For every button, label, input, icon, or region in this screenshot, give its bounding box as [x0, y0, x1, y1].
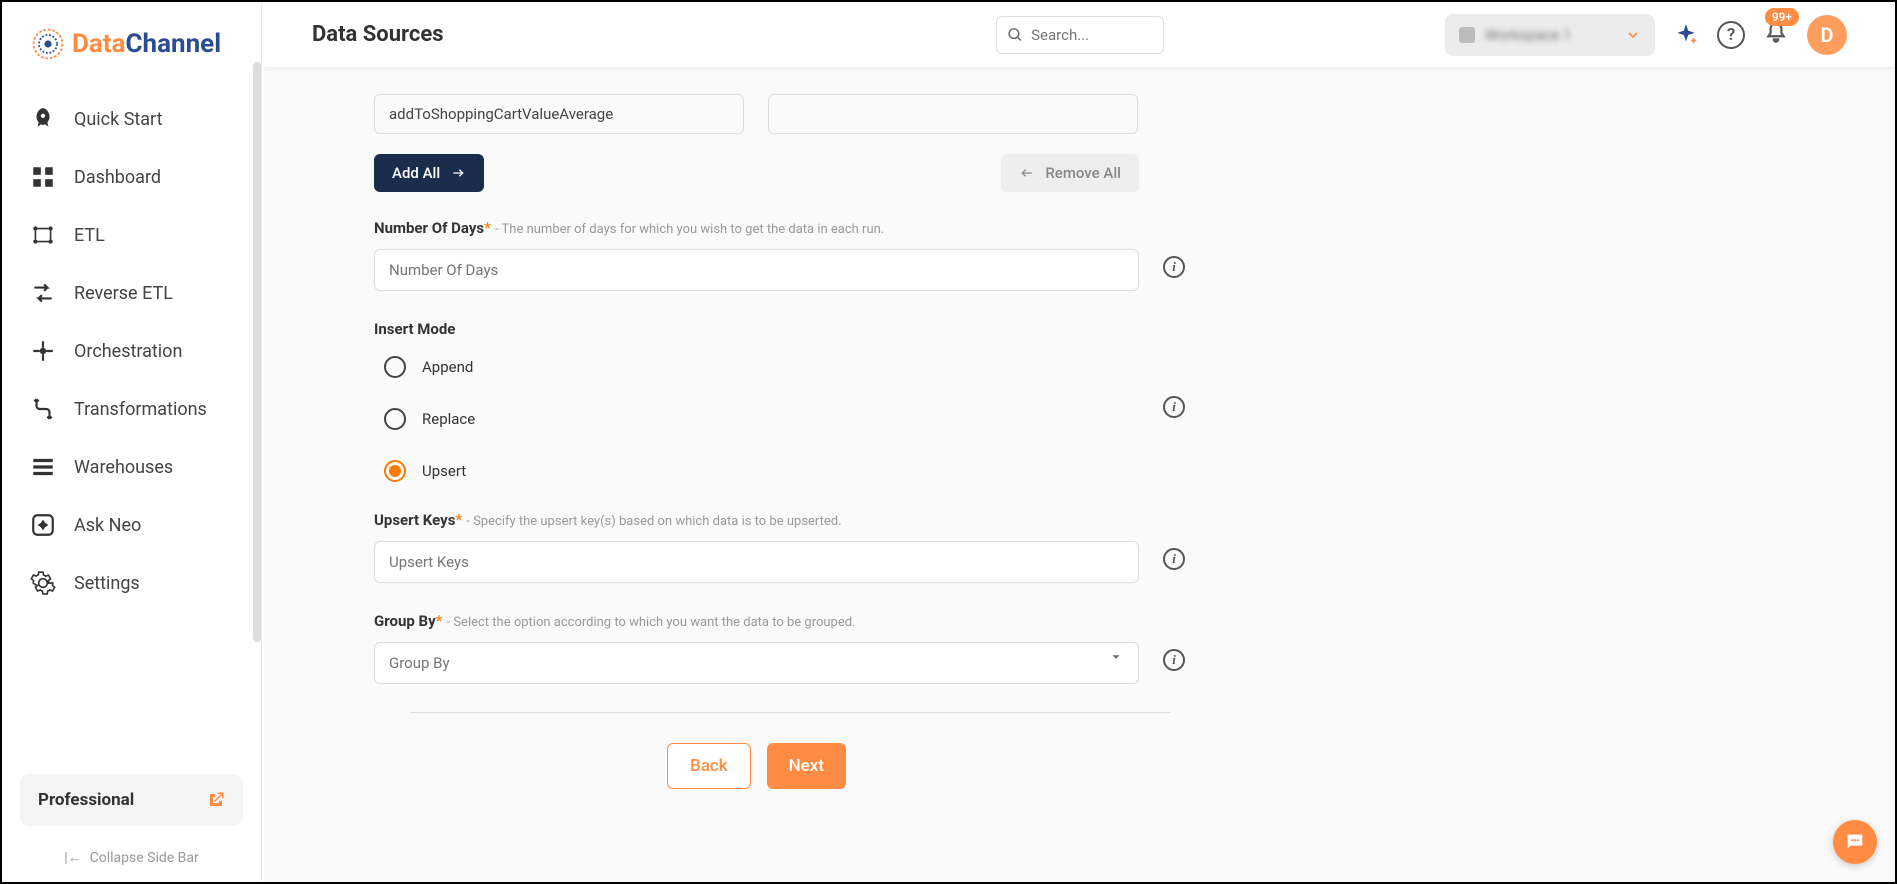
sidebar-item-label: Warehouses [74, 457, 173, 478]
number-of-days-input[interactable] [374, 249, 1139, 291]
search-input[interactable] [1031, 26, 1152, 44]
chat-icon [1844, 831, 1866, 853]
back-button[interactable]: Back [667, 743, 751, 789]
notification-badge: 99+ [1765, 8, 1799, 26]
sidebar-item-transformations[interactable]: Transformations [2, 380, 261, 438]
radio-option-replace[interactable]: Replace [384, 408, 1139, 430]
radio-label: Append [422, 358, 473, 376]
collapse-label: Collapse Side Bar [90, 850, 199, 866]
available-field-box[interactable]: addToShoppingCartValueAverage [374, 94, 744, 134]
search-icon [1007, 25, 1024, 45]
page-title: Data Sources [312, 22, 444, 47]
selected-field-box[interactable] [768, 94, 1138, 134]
logo-text-data: Data [72, 29, 126, 59]
sidebar: DataChannel Quick Start Dashboard ETL Re… [2, 2, 262, 882]
sidebar-item-label: Quick Start [74, 109, 163, 130]
arrow-left-icon [1019, 165, 1035, 181]
next-button[interactable]: Next [767, 743, 846, 789]
logo-icon [30, 26, 66, 62]
sidebar-item-orchestration[interactable]: Orchestration [2, 322, 261, 380]
sidebar-item-label: Dashboard [74, 167, 161, 188]
warehouses-icon [30, 454, 56, 480]
sidebar-item-ask-neo[interactable]: Ask Neo [2, 496, 261, 554]
chat-button[interactable] [1833, 820, 1877, 864]
radio-circle [384, 356, 406, 378]
collapse-sidebar-button[interactable]: |← Collapse Side Bar [2, 849, 261, 866]
sidebar-item-label: Ask Neo [74, 515, 141, 536]
sidebar-item-label: Settings [74, 573, 140, 594]
reverse-etl-icon [30, 280, 56, 306]
org-name: Workspace 1 [1485, 26, 1615, 44]
insert-mode-field: Insert Mode Append Replace Upsert i [374, 319, 1139, 482]
logo[interactable]: DataChannel [2, 2, 261, 82]
arrow-right-icon [450, 165, 466, 181]
sidebar-item-warehouses[interactable]: Warehouses [2, 438, 261, 496]
field-label: Upsert Keys [374, 511, 455, 529]
avatar[interactable]: D [1807, 15, 1847, 55]
search-box[interactable] [996, 16, 1164, 54]
radio-circle [384, 408, 406, 430]
info-icon[interactable]: i [1163, 256, 1185, 278]
org-selector[interactable]: Workspace 1 [1445, 14, 1655, 56]
group-by-select[interactable] [374, 642, 1139, 684]
notifications-button[interactable]: 99+ [1763, 20, 1789, 50]
content-area: addToShoppingCartValueAverage Add All Re… [264, 70, 1895, 882]
radio-circle-selected [384, 460, 406, 482]
sparkle-icon[interactable] [1673, 22, 1699, 48]
logo-text-channel: Channel [126, 29, 222, 59]
upsert-keys-field: Upsert Keys* - Specify the upsert key(s)… [374, 510, 1139, 583]
dashboard-icon [30, 164, 56, 190]
info-icon[interactable]: i [1163, 548, 1185, 570]
field-hint: - Specify the upsert key(s) based on whi… [466, 514, 841, 529]
info-icon[interactable]: i [1163, 649, 1185, 671]
chevron-down-icon [1625, 27, 1641, 43]
sidebar-scrollbar[interactable] [253, 62, 261, 642]
field-hint: - The number of days for which you wish … [495, 222, 884, 237]
sidebar-item-label: Orchestration [74, 341, 182, 362]
plan-badge[interactable]: Professional [20, 774, 243, 826]
transformations-icon [30, 396, 56, 422]
etl-icon [30, 222, 56, 248]
sidebar-item-label: Transformations [74, 399, 207, 420]
field-label: Group By [374, 612, 436, 630]
radio-option-append[interactable]: Append [384, 356, 1139, 378]
sidebar-item-settings[interactable]: Settings [2, 554, 261, 612]
gear-icon [30, 570, 56, 596]
topbar: Data Sources Workspace 1 ? 99+ D [264, 2, 1895, 68]
sidebar-item-label: Reverse ETL [74, 283, 173, 304]
help-icon[interactable]: ? [1717, 21, 1745, 49]
divider [410, 712, 1170, 713]
sidebar-item-quick-start[interactable]: Quick Start [2, 90, 261, 148]
plan-label: Professional [38, 790, 134, 810]
orchestration-icon [30, 338, 56, 364]
field-label: Number Of Days [374, 219, 484, 237]
sidebar-item-etl[interactable]: ETL [2, 206, 261, 264]
info-icon[interactable]: i [1163, 396, 1185, 418]
sidebar-item-reverse-etl[interactable]: Reverse ETL [2, 264, 261, 322]
field-hint: - Select the option according to which y… [447, 615, 856, 630]
rocket-icon [30, 106, 56, 132]
external-link-icon [207, 791, 225, 809]
radio-label: Upsert [422, 462, 466, 480]
collapse-icon: |← [64, 849, 81, 866]
upsert-keys-input[interactable] [374, 541, 1139, 583]
field-label: Insert Mode [374, 320, 455, 338]
remove-all-button[interactable]: Remove All [1001, 154, 1139, 192]
radio-label: Replace [422, 410, 475, 428]
radio-option-upsert[interactable]: Upsert [384, 460, 1139, 482]
sidebar-item-dashboard[interactable]: Dashboard [2, 148, 261, 206]
number-of-days-field: Number Of Days* - The number of days for… [374, 218, 1139, 291]
sidebar-item-label: ETL [74, 225, 105, 246]
group-by-field: Group By* - Select the option according … [374, 611, 1139, 684]
org-icon [1459, 27, 1475, 43]
add-all-button[interactable]: Add All [374, 154, 484, 192]
ask-neo-icon [30, 512, 56, 538]
